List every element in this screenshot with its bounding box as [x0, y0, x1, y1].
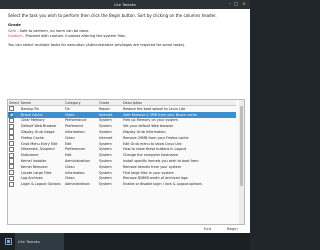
- row-checkbox[interactable]: [9, 117, 15, 124]
- row-checkbox[interactable]: [9, 135, 15, 141]
- exit-button[interactable]: Exit: [204, 226, 211, 231]
- row-checkbox[interactable]: [9, 164, 15, 170]
- main-window: Lite Tweaks – □ × Select the task you wi…: [0, 0, 250, 233]
- row-checkbox[interactable]: [9, 112, 15, 118]
- row-checkbox[interactable]: [9, 141, 15, 147]
- grade-heading: Grade: [8, 22, 21, 27]
- safe-legend: Safe - Safe to perform, no harm can be d…: [8, 29, 242, 33]
- row-checkbox[interactable]: [9, 129, 15, 135]
- caution-word: Caution: [8, 34, 22, 38]
- intro-panel: Select the task you wish to perform then…: [0, 9, 250, 47]
- minimize-icon[interactable]: –: [229, 0, 231, 9]
- row-description: Enable or disable login / lock & Logout …: [123, 182, 202, 187]
- safe-text: - Safe to perform, no harm can be done.: [15, 29, 90, 33]
- row-checkbox[interactable]: [9, 170, 15, 176]
- row-checkbox[interactable]: [9, 158, 15, 164]
- row-checkbox[interactable]: [9, 146, 15, 153]
- row-checkbox[interactable]: [9, 123, 15, 129]
- row-checkbox[interactable]: [9, 152, 15, 158]
- row-select-cell[interactable]: [8, 181, 20, 187]
- row-category: Administration: [65, 182, 90, 187]
- caution-legend: Caution - Proceed with caution. Involves…: [8, 34, 242, 38]
- table-row[interactable]: Login & Logout Options Administration Syst…: [8, 181, 236, 187]
- instruction-text: Select the task you wish to perform then…: [8, 13, 217, 18]
- scrollbar-thumb[interactable]: [240, 106, 243, 186]
- multi-select-note: You can select multiple tasks for execut…: [8, 43, 186, 47]
- safe-word: Safe: [8, 29, 16, 33]
- row-name: Login & Logout Options: [21, 182, 61, 187]
- row-checkbox[interactable]: [9, 181, 15, 187]
- maximize-icon[interactable]: □: [234, 0, 238, 9]
- window-title: Lite Tweaks: [114, 2, 136, 7]
- row-checkbox[interactable]: [9, 175, 15, 182]
- close-icon[interactable]: ×: [242, 0, 246, 9]
- task-table[interactable]: Select Name Category Grade Description B…: [7, 99, 245, 225]
- table-scrollbar[interactable]: [239, 100, 244, 224]
- app-launcher-icon[interactable]: [5, 238, 12, 245]
- begin-button[interactable]: Begin: [227, 226, 238, 231]
- caution-text: - Proceed with caution. Involves alterin…: [21, 34, 127, 38]
- taskbar: Lite Tweaks: [0, 233, 250, 250]
- row-grade: System: [99, 182, 112, 187]
- taskbar-item-lite-tweaks[interactable]: Lite Tweaks: [15, 233, 64, 250]
- row-checkbox[interactable]: [9, 106, 15, 112]
- window-titlebar: Lite Tweaks – □ ×: [0, 0, 250, 9]
